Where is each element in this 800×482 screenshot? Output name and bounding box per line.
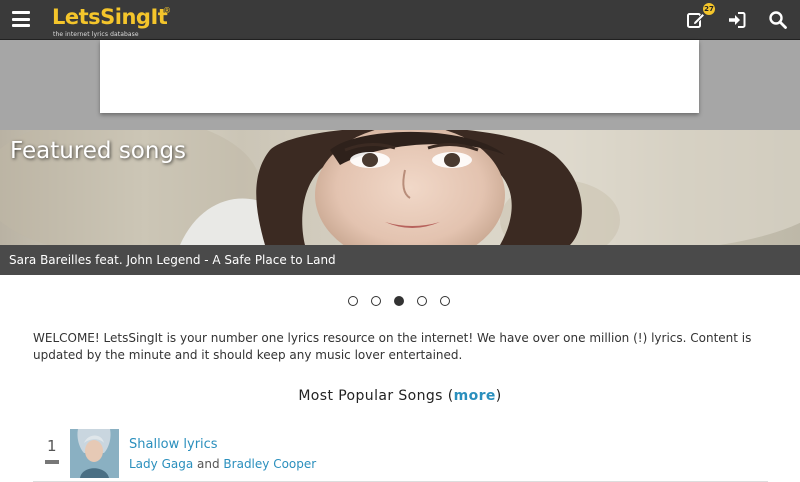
slider-dot-3[interactable] [394,296,404,306]
featured-title: Featured songs [10,138,187,164]
slider-dots [0,296,800,308]
rank-unchanged-icon [45,460,59,464]
song-artists: Lady Gaga and Bradley Cooper [129,457,316,471]
song-row[interactable]: 1 Shallow lyrics Lady Gaga and Bradley C… [33,427,768,482]
paren-open: ( [442,388,454,404]
slider-dot-1[interactable] [348,296,358,306]
more-link[interactable]: more [454,388,496,404]
site-logo[interactable]: LetsSingIt ® the internet lyrics databas… [52,4,171,38]
search-icon[interactable] [768,10,788,30]
welcome-text: WELCOME! LetsSingIt is your number one l… [33,331,752,362]
popular-heading-text: Most Popular Songs [298,388,443,404]
artist-link-1[interactable]: Lady Gaga [129,457,193,471]
song-title-link[interactable]: Shallow lyrics [129,437,218,452]
paren-close: ) [495,388,502,404]
song-rank: 1 [47,437,57,455]
logo-tagline: the internet lyrics database [53,31,139,38]
top-bar: LetsSingIt ® the internet lyrics databas… [0,0,800,40]
slider-dot-2[interactable] [371,296,381,306]
notification-badge: 27 [703,3,715,15]
main-content: WELCOME! LetsSingIt is your number one l… [0,275,800,482]
featured-caption[interactable]: Sara Bareilles feat. John Legend - A Saf… [9,253,336,267]
ad-placeholder [100,40,699,113]
logo-text: LetsSingIt [52,5,168,29]
edit-icon[interactable] [686,10,706,30]
login-icon[interactable] [727,10,747,30]
artist-link-2[interactable]: Bradley Cooper [223,457,316,471]
featured-caption-bar[interactable]: Sara Bareilles feat. John Legend - A Saf… [0,245,800,275]
artist-joiner: and [193,457,224,471]
logo-registered-mark: ® [163,6,171,15]
slider-dot-4[interactable] [417,296,427,306]
menu-icon[interactable] [12,11,30,27]
popular-heading: Most Popular Songs (more) [0,388,800,404]
song-thumbnail[interactable] [70,429,119,478]
slider-dot-5[interactable] [440,296,450,306]
featured-banner[interactable]: Featured songs Sara Bareilles feat. John… [0,130,800,275]
